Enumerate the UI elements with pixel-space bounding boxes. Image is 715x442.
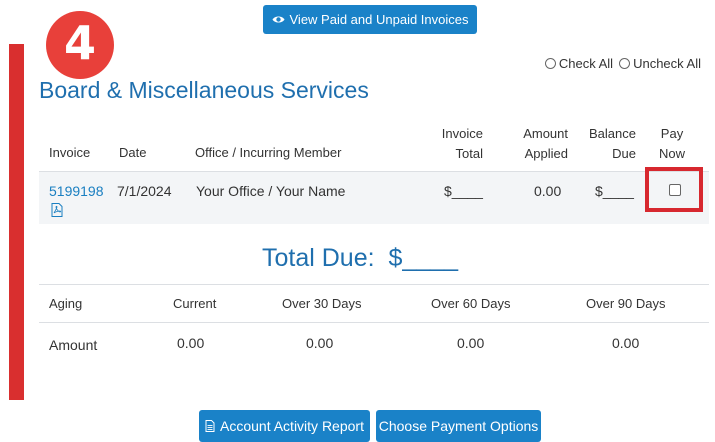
aging-header: Aging xyxy=(49,296,83,311)
header-pay-now: Pay Now xyxy=(656,124,688,164)
header-invoice-total-line2: Total xyxy=(455,146,483,161)
balance-due: $____ xyxy=(595,183,634,199)
amount-applied: 0.00 xyxy=(534,183,562,199)
check-all-label: Check All xyxy=(558,56,614,71)
uncheck-all-label: Uncheck All xyxy=(633,56,701,71)
step-badge: 4 xyxy=(46,11,114,79)
account-activity-label: Account Activity Report xyxy=(220,418,364,434)
invoice-date: 7/1/2024 xyxy=(117,183,172,199)
aging-current-value: 0.00 xyxy=(177,335,205,351)
header-balance-due-line2: Due xyxy=(612,146,636,161)
total-due-value: $____ xyxy=(388,244,458,272)
aging-over90-value: 0.00 xyxy=(612,335,640,351)
uncheck-all-option[interactable]: Uncheck All xyxy=(619,56,701,71)
office-member: Your Office / Your Name xyxy=(196,183,346,199)
choose-payment-label: Choose Payment Options xyxy=(378,418,539,434)
header-invoice-total-line1: Invoice xyxy=(441,126,483,141)
aging-over90-header: Over 90 Days xyxy=(586,296,666,311)
radio-icon xyxy=(619,58,631,69)
pdf-icon[interactable] xyxy=(51,203,63,217)
header-pay-now-line2: Now xyxy=(658,146,685,161)
aging-over30-header: Over 30 Days xyxy=(282,296,362,311)
aging-divider xyxy=(39,322,709,323)
header-amount-applied-line2: Applied xyxy=(524,146,568,161)
aging-over60-header: Over 60 Days xyxy=(431,296,511,311)
section-title: Board & Miscellaneous Services xyxy=(39,77,369,103)
check-all-option[interactable]: Check All xyxy=(544,56,614,71)
header-balance-due-line1: Balance xyxy=(589,126,636,141)
pay-now-checkbox[interactable] xyxy=(669,184,681,196)
invoice-total: $____ xyxy=(444,183,483,199)
view-invoices-button[interactable]: View Paid and Unpaid Invoices xyxy=(263,5,477,34)
invoice-link[interactable]: 5199198 xyxy=(49,183,104,199)
header-balance-due: Balance Due xyxy=(587,124,636,164)
choose-payment-button[interactable]: Choose Payment Options xyxy=(376,410,541,442)
header-pay-now-line1: Pay xyxy=(660,126,684,141)
aging-over60-value: 0.00 xyxy=(457,335,485,351)
document-icon xyxy=(205,420,215,432)
header-invoice-total: Invoice Total xyxy=(440,124,483,164)
aging-current-header: Current xyxy=(173,296,217,311)
total-due-label: Total Due: xyxy=(262,244,375,272)
highlight-bar xyxy=(9,44,24,400)
view-invoices-label: View Paid and Unpaid Invoices xyxy=(289,12,469,27)
check-controls: Check All Uncheck All xyxy=(544,56,701,71)
aging-over30-value: 0.00 xyxy=(306,335,334,351)
radio-icon xyxy=(544,58,556,69)
header-amount-applied-line1: Amount xyxy=(523,126,568,141)
header-amount-applied: Amount Applied xyxy=(519,124,568,164)
header-office: Office / Incurring Member xyxy=(195,145,342,160)
eye-icon xyxy=(272,16,284,23)
aging-amount-label: Amount xyxy=(49,337,98,353)
aging-divider-top xyxy=(39,284,709,285)
header-invoice: Invoice xyxy=(49,145,91,160)
account-activity-button[interactable]: Account Activity Report xyxy=(199,410,370,442)
total-due: Total Due: $____ xyxy=(262,244,458,273)
header-date: Date xyxy=(119,145,147,160)
